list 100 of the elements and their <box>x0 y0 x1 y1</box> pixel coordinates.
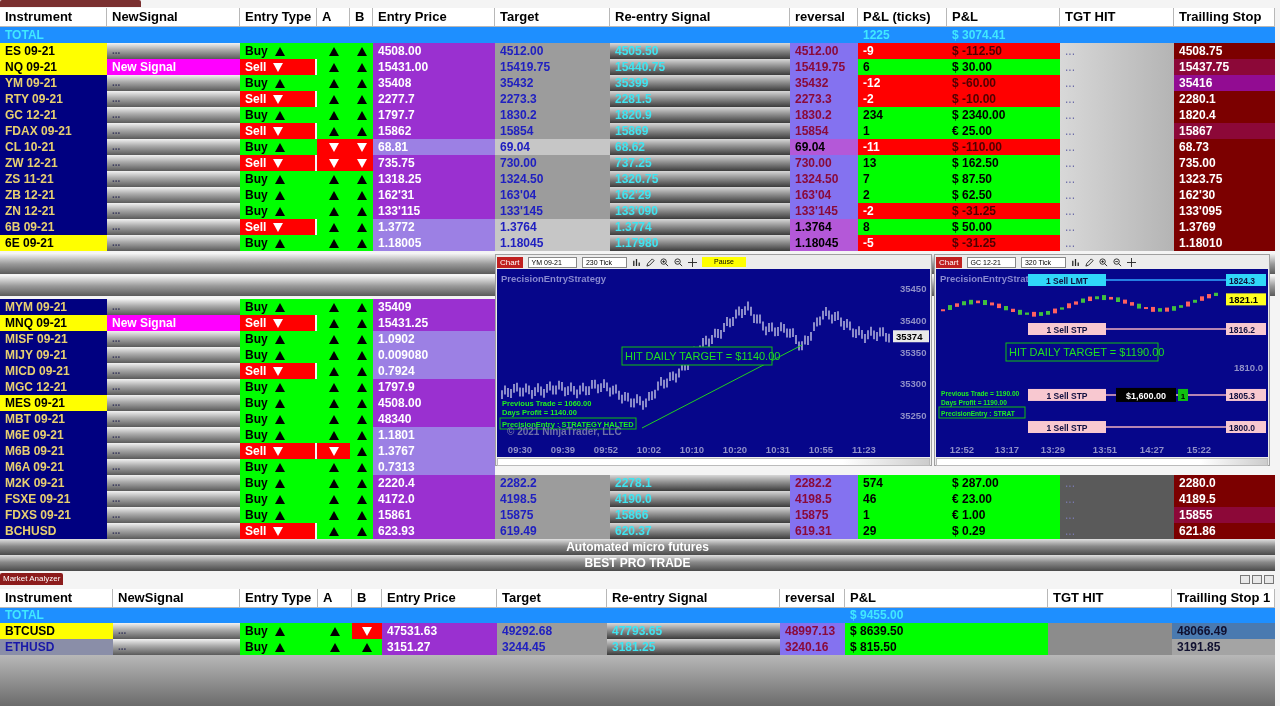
instrument-cell[interactable]: ETHUSD <box>0 639 113 655</box>
position-pnl: $1,600.00 <box>1116 387 1176 402</box>
signal-cell: ... <box>107 363 240 379</box>
target-cell: 163'04 <box>495 187 610 203</box>
instrument-cell[interactable]: FSXE 09-21 <box>0 491 107 507</box>
target-hit-cell: ... <box>1060 491 1174 507</box>
signal-cell: ... <box>107 507 240 523</box>
instrument-cell[interactable]: M6B 09-21 <box>0 443 107 459</box>
up-triangle-icon <box>328 206 339 216</box>
zoom-in-icon[interactable] <box>1099 257 1108 267</box>
signal-cell: ... <box>107 443 240 459</box>
entry-price-cell: 1.3772 <box>373 219 495 235</box>
zoom-out-icon[interactable] <box>1113 257 1122 267</box>
instrument-cell[interactable]: ES 09-21 <box>0 43 107 59</box>
instrument-cell[interactable]: GC 12-21 <box>0 107 107 123</box>
target-cell: 619.49 <box>495 523 610 539</box>
order-line[interactable]: 1 Sell STP 1816.2 <box>1028 323 1266 335</box>
target-hit-cell: ... <box>1060 523 1174 539</box>
entry-type-label: Buy <box>245 299 268 315</box>
entry-type-label: Buy <box>245 203 268 219</box>
instrument-cell[interactable]: MBT 09-21 <box>0 411 107 427</box>
bar-chart-icon[interactable] <box>1071 257 1080 267</box>
instrument-cell[interactable]: RTY 09-21 <box>0 91 107 107</box>
entry-type-label: Buy <box>245 331 268 347</box>
chart-tab[interactable]: Chart <box>936 256 962 268</box>
total-label: TOTAL <box>4 607 45 623</box>
reversal-cell: 1324.50 <box>790 171 858 187</box>
reentry-cell: 1.3774 <box>610 219 790 235</box>
reversal-cell: 2282.2 <box>790 475 858 491</box>
window-controls-icon[interactable] <box>1240 574 1274 584</box>
reversal-cell: 1.3764 <box>790 219 858 235</box>
instrument-cell[interactable]: ZS 11-21 <box>0 171 107 187</box>
reentry-cell: 737.25 <box>610 155 790 171</box>
entry-type-label: Sell <box>245 123 267 139</box>
trailing-stop-cell: 15855 <box>1174 507 1275 523</box>
trailing-stop-cell: 4508.75 <box>1174 43 1275 59</box>
pencil-icon[interactable] <box>646 257 655 267</box>
target-cell: 49292.68 <box>497 623 607 639</box>
instrument-cell[interactable]: 6B 09-21 <box>0 219 107 235</box>
bar-chart-icon[interactable] <box>632 257 641 267</box>
up-triangle-icon <box>328 94 339 104</box>
entry-price-cell: 0.7313 <box>373 459 495 475</box>
x-axis-label: 10:20 <box>722 444 748 455</box>
target-hit-cell: ... <box>1060 235 1174 251</box>
up-triangle-icon <box>274 626 285 636</box>
instrument-cell[interactable]: MISF 09-21 <box>0 331 107 347</box>
instrument-cell[interactable]: ZB 12-21 <box>0 187 107 203</box>
target-cell: 1.3764 <box>495 219 610 235</box>
down-triangle-icon <box>328 142 339 152</box>
pnl-cell: € 23.00 <box>947 491 1060 507</box>
crosshair-icon[interactable] <box>1127 257 1136 267</box>
instrument-cell[interactable]: YM 09-21 <box>0 75 107 91</box>
pnl-cell: $ 8639.50 <box>845 623 1048 639</box>
reversal-cell: 730.00 <box>790 155 858 171</box>
instrument-cell[interactable]: MNQ 09-21 <box>0 315 107 331</box>
instrument-cell[interactable]: CL 10-21 <box>0 139 107 155</box>
instrument-cell[interactable]: MYM 09-21 <box>0 299 107 315</box>
pnl-ticks-cell: -2 <box>858 91 947 107</box>
signal-cell: ... <box>107 219 240 235</box>
instrument-cell[interactable]: ZW 12-21 <box>0 155 107 171</box>
up-triangle-icon <box>328 382 339 392</box>
signal-cell: ... <box>107 427 240 443</box>
instrument-cell[interactable]: M2K 09-21 <box>0 475 107 491</box>
instrument-cell[interactable]: 6E 09-21 <box>0 235 107 251</box>
pencil-icon[interactable] <box>1085 257 1094 267</box>
horizontal-scrollbar[interactable] <box>497 458 930 466</box>
instrument-cell[interactable]: MIJY 09-21 <box>0 347 107 363</box>
total-label: TOTAL <box>4 27 45 43</box>
target-hit-cell: ... <box>1060 123 1174 139</box>
up-triangle-icon <box>328 238 339 248</box>
chart-tab[interactable]: Chart <box>497 256 523 268</box>
crosshair-icon[interactable] <box>688 257 697 267</box>
trailing-stop-cell: 1820.4 <box>1174 107 1275 123</box>
instrument-cell[interactable]: BCHUSD <box>0 523 107 539</box>
zoom-in-icon[interactable] <box>660 257 669 267</box>
instrument-cell[interactable]: FDXS 09-21 <box>0 507 107 523</box>
instrument-cell[interactable]: M6E 09-21 <box>0 427 107 443</box>
instrument-cell[interactable]: MICD 09-21 <box>0 363 107 379</box>
instrument-cell[interactable]: BTCUSD <box>0 623 113 639</box>
instrument-cell[interactable]: ZN 12-21 <box>0 203 107 219</box>
instrument-cell[interactable]: M6A 09-21 <box>0 459 107 475</box>
order-line[interactable]: 1 Sell STP 1800.0 <box>1028 421 1266 433</box>
instrument-cell[interactable]: MGC 12-21 <box>0 379 107 395</box>
horizontal-scrollbar[interactable] <box>936 458 1268 466</box>
instrument-cell[interactable]: MES 09-21 <box>0 395 107 411</box>
zoom-out-icon[interactable] <box>674 257 683 267</box>
pnl-ticks-cell: 1 <box>858 123 947 139</box>
order-line[interactable]: 1 Sell LMT 1824.3 <box>1028 274 1266 286</box>
instrument-cell[interactable]: NQ 09-21 <box>0 59 107 75</box>
up-triangle-icon <box>356 190 367 200</box>
instrument-cell[interactable]: FDAX 09-21 <box>0 123 107 139</box>
signal-cell: ... <box>107 459 240 475</box>
window-tab[interactable]: Market Analyzer <box>0 573 64 585</box>
up-triangle-icon <box>356 174 367 184</box>
total-pnl: $ 3074.41 <box>951 27 1007 43</box>
up-triangle-icon <box>328 334 339 344</box>
target-cell: 1324.50 <box>495 171 610 187</box>
trailing-stop-cell: 2280.0 <box>1174 475 1275 491</box>
up-triangle-icon <box>328 494 339 504</box>
target-cell: 15419.75 <box>495 59 610 75</box>
